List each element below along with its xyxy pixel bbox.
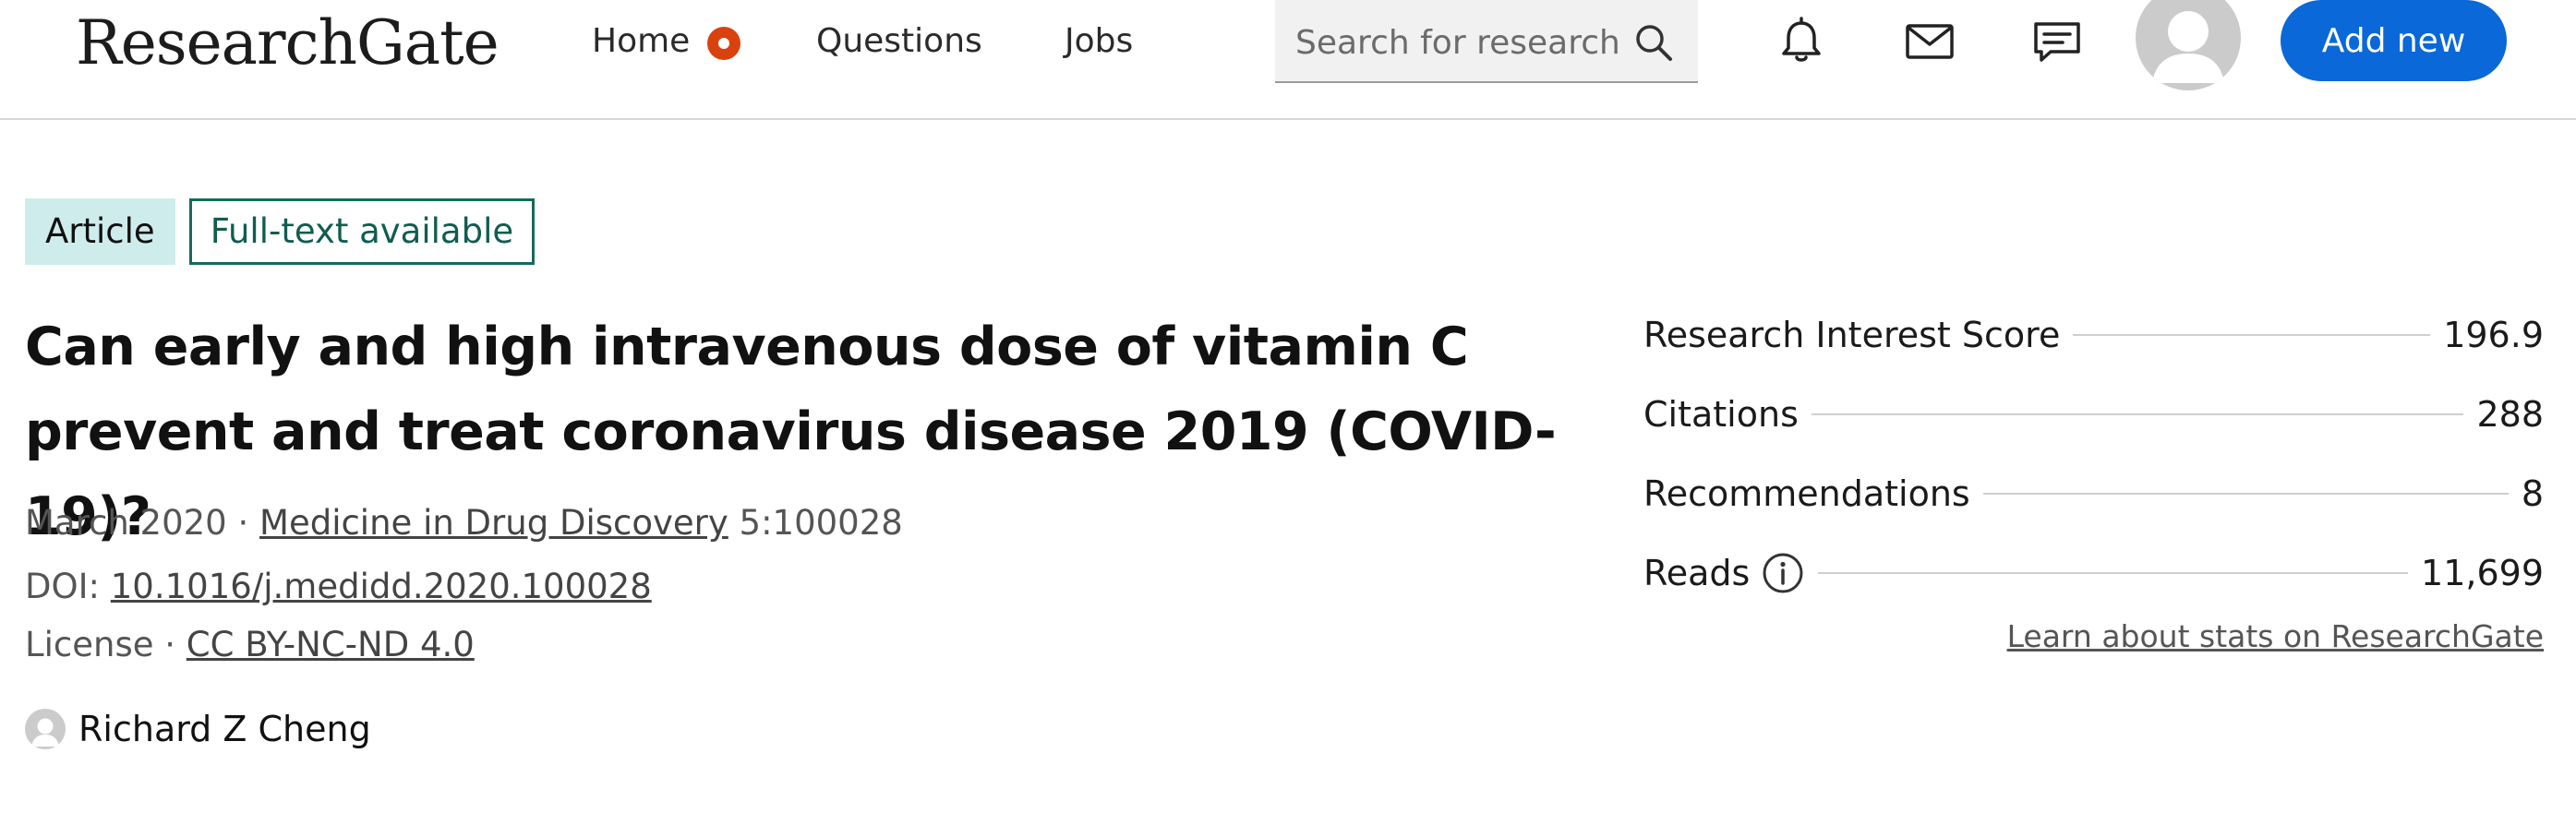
- chat-icon[interactable]: [2030, 15, 2084, 68]
- stat-value: 196.9: [2443, 315, 2544, 355]
- stat-divider: [1982, 493, 2509, 495]
- stat-divider: [1818, 572, 2409, 574]
- separator: ·: [237, 503, 249, 543]
- search-input[interactable]: [1294, 18, 1620, 66]
- stat-value: 288: [2476, 394, 2544, 435]
- avatar-icon: [2152, 11, 2224, 83]
- nav-home[interactable]: Home: [592, 18, 690, 65]
- stat-value: 8: [2521, 473, 2544, 514]
- doi-label: DOI:: [25, 567, 100, 606]
- doi-link[interactable]: 10.1016/j.medidd.2020.100028: [111, 567, 652, 606]
- search-icon[interactable]: [1631, 20, 1676, 65]
- user-avatar[interactable]: [2136, 0, 2241, 90]
- nav-questions[interactable]: Questions: [816, 18, 982, 65]
- license-link[interactable]: CC BY-NC-ND 4.0: [187, 625, 475, 664]
- stat-label: Research Interest Score: [1643, 315, 2061, 355]
- license-separator: ·: [164, 625, 176, 664]
- mail-icon[interactable]: [1903, 15, 1956, 68]
- stat-divider: [2073, 334, 2431, 336]
- info-icon[interactable]: [1761, 551, 1805, 595]
- search-box: [1275, 0, 1698, 83]
- stat-divider: [1811, 413, 2464, 415]
- avatar-icon: [31, 718, 59, 747]
- bell-icon[interactable]: [1775, 15, 1828, 68]
- publication-date: March 2020: [25, 503, 227, 543]
- add-new-button[interactable]: Add new: [2281, 0, 2507, 81]
- journal-volume: 5:100028: [739, 503, 903, 543]
- author-name[interactable]: Richard Z Cheng: [78, 709, 371, 749]
- author-item[interactable]: Richard Z Cheng: [25, 709, 371, 749]
- license-label: License: [25, 625, 154, 664]
- home-notification-badge: [707, 27, 740, 60]
- publication-info: March 2020 · Medicine in Drug Discovery …: [25, 500, 903, 546]
- stat-row-recommendations: Recommendations 8: [1643, 454, 2544, 533]
- stat-label: Citations: [1643, 394, 1799, 435]
- stat-label-reads: Reads: [1643, 551, 1805, 595]
- doi-info: DOI: 10.1016/j.medidd.2020.100028: [25, 564, 652, 610]
- stat-row-research-interest: Research Interest Score 196.9: [1643, 295, 2544, 375]
- article-badges: Article Full-text available: [25, 198, 536, 265]
- stat-label: Recommendations: [1643, 473, 1970, 514]
- top-navigation-bar: ResearchGate Home Questions Jobs Add new: [0, 0, 2576, 120]
- stat-value: 11,699: [2421, 553, 2544, 593]
- full-text-badge[interactable]: Full-text available: [188, 198, 536, 265]
- learn-about-stats-link[interactable]: Learn about stats on ResearchGate: [2007, 618, 2544, 654]
- journal-link[interactable]: Medicine in Drug Discovery: [259, 503, 728, 543]
- stat-label: Reads: [1643, 553, 1751, 593]
- author-avatar[interactable]: [25, 709, 66, 749]
- stat-row-citations: Citations 288: [1643, 375, 2544, 454]
- stat-row-reads: Reads 11,699: [1643, 533, 2544, 613]
- stats-panel: Research Interest Score 196.9 Citations …: [1643, 295, 2544, 654]
- article-type-badge: Article: [25, 198, 175, 265]
- nav-jobs[interactable]: Jobs: [1065, 18, 1133, 65]
- license-info: License · CC BY-NC-ND 4.0: [25, 622, 475, 668]
- researchgate-logo[interactable]: ResearchGate: [76, 9, 500, 78]
